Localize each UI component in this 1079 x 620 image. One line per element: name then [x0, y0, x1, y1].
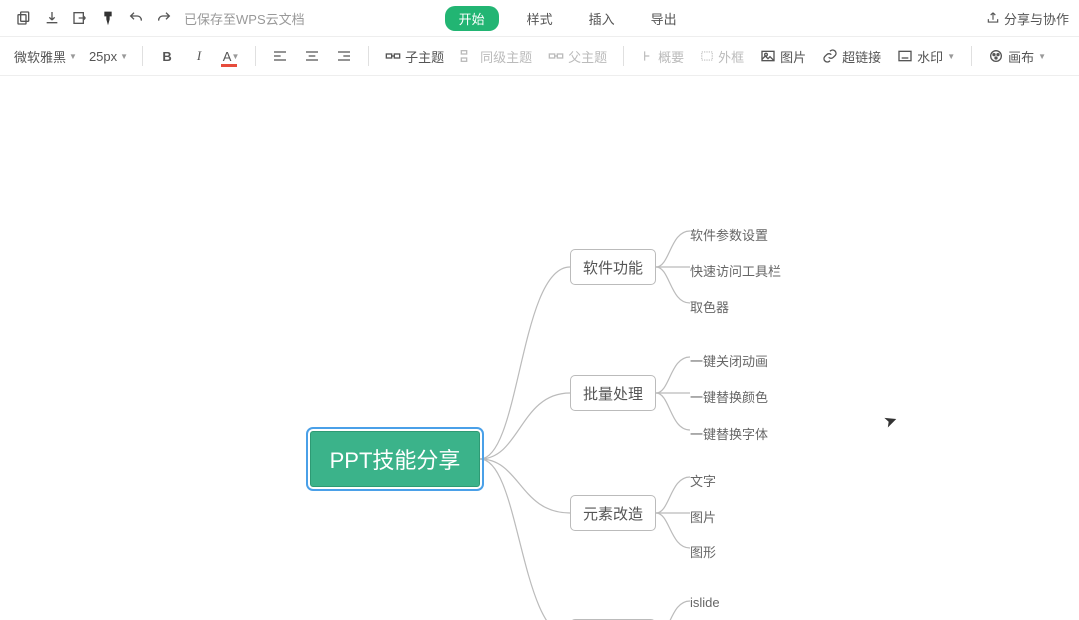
mindmap-leaf-node[interactable]: 图片 — [690, 504, 716, 529]
tab-style[interactable]: 样式 — [519, 6, 561, 31]
sibling-button: 同级主题 — [454, 47, 538, 66]
main-tabs: 开始 样式 插入 导出 — [445, 6, 685, 31]
mindmap-root-node[interactable]: PPT技能分享 — [310, 431, 480, 487]
undo-icon[interactable] — [122, 4, 150, 32]
parent-button: 父主题 — [542, 47, 613, 66]
connectors — [0, 76, 1079, 620]
import-icon[interactable] — [66, 4, 94, 32]
tab-insert[interactable]: 插入 — [581, 6, 623, 31]
mindmap-branch-node[interactable]: 批量处理 — [570, 375, 656, 411]
mindmap-branch-node[interactable]: 元素改造 — [570, 495, 656, 531]
mindmap-branch-node[interactable]: 软件功能 — [570, 249, 656, 285]
border-label: 外框 — [718, 47, 744, 66]
share-label: 分享与协作 — [1004, 9, 1069, 28]
font-color-button[interactable]: A ▼ — [217, 42, 245, 70]
tab-export[interactable]: 导出 — [643, 6, 685, 31]
font-family-value: 微软雅黑 — [14, 47, 66, 66]
format-painter-icon[interactable] — [94, 4, 122, 32]
cursor-icon: ➤ — [881, 409, 900, 432]
canvas-label: 画布 — [1008, 47, 1034, 66]
redo-icon[interactable] — [150, 4, 178, 32]
mindmap-leaf-node[interactable]: 取色器 — [690, 294, 729, 319]
link-button[interactable]: 超链接 — [816, 47, 887, 66]
titlebar: 已保存至WPS云文档 开始 样式 插入 导出 分享与协作 — [0, 0, 1079, 37]
font-size-value: 25px — [89, 49, 117, 64]
mindmap-leaf-node[interactable]: 图形 — [690, 539, 716, 564]
canvas-button[interactable]: 画布▼ — [982, 47, 1052, 66]
mindmap-leaf-node[interactable]: 一键关闭动画 — [690, 348, 768, 373]
share-button[interactable]: 分享与协作 — [986, 9, 1069, 28]
download-icon[interactable] — [38, 4, 66, 32]
mindmap-leaf-node[interactable]: 软件参数设置 — [690, 222, 768, 247]
mindmap-leaf-node[interactable]: islide — [690, 592, 720, 613]
watermark-button[interactable]: 水印▼ — [891, 47, 961, 66]
format-toolbar: 微软雅黑▼ 25px▼ B I A ▼ 子主题 同级主题 父主题 概要 外框 图… — [0, 37, 1079, 76]
watermark-label: 水印 — [917, 47, 943, 66]
parent-label: 父主题 — [568, 47, 607, 66]
link-label: 超链接 — [842, 47, 881, 66]
save-status: 已保存至WPS云文档 — [184, 9, 305, 28]
mindmap-canvas[interactable]: PPT技能分享 软件功能 软件参数设置 快速访问工具栏 取色器 批量处理 一键关… — [0, 76, 1079, 620]
image-button[interactable]: 图片 — [754, 47, 812, 66]
mindmap-leaf-node[interactable]: 一键替换字体 — [690, 421, 768, 446]
copy-icon[interactable] — [10, 4, 38, 32]
summary-label: 概要 — [658, 47, 684, 66]
bold-button[interactable]: B — [153, 42, 181, 70]
image-label: 图片 — [780, 47, 806, 66]
tab-start[interactable]: 开始 — [445, 6, 499, 31]
font-family-select[interactable]: 微软雅黑▼ — [10, 47, 81, 66]
mindmap-leaf-node[interactable]: 一键替换颜色 — [690, 384, 768, 409]
mindmap-leaf-node[interactable]: 快速访问工具栏 — [690, 258, 781, 283]
mindmap-leaf-node[interactable]: 文字 — [690, 468, 716, 493]
font-size-select[interactable]: 25px▼ — [85, 49, 132, 64]
italic-button[interactable]: I — [185, 42, 213, 70]
align-left-icon[interactable] — [266, 42, 294, 70]
align-right-icon[interactable] — [330, 42, 358, 70]
summary-button: 概要 — [634, 47, 690, 66]
border-button: 外框 — [694, 47, 750, 66]
align-center-icon[interactable] — [298, 42, 326, 70]
subtopic-label: 子主题 — [405, 47, 444, 66]
subtopic-button[interactable]: 子主题 — [379, 47, 450, 66]
sibling-label: 同级主题 — [480, 47, 532, 66]
